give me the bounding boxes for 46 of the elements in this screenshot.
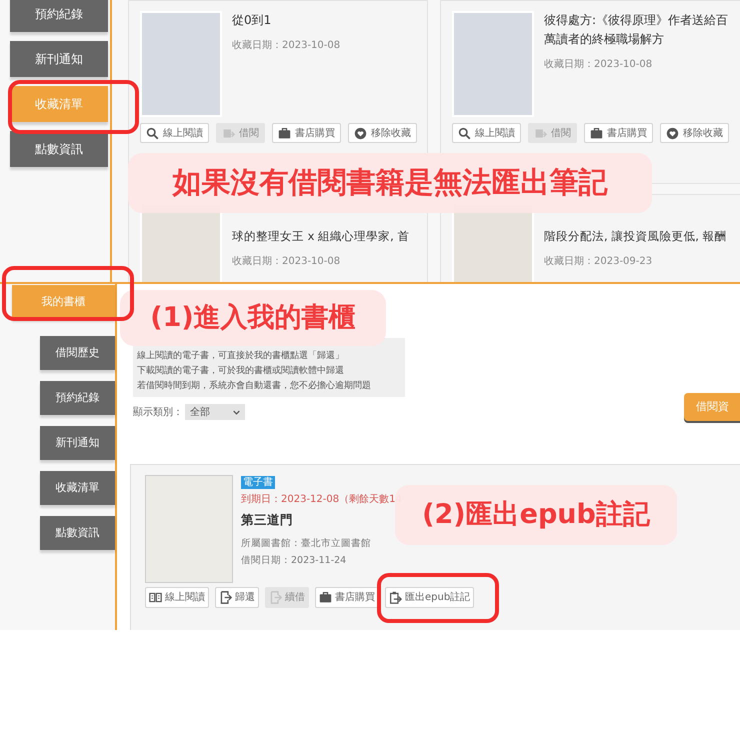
notice-text: 下載閱讀的電子書，可於我的書櫃或閱讀軟體中歸還 [137, 365, 345, 378]
sidebar-item[interactable]: 新刊通知 [10, 41, 108, 77]
sidebar-item[interactable]: 借閱歷史 [40, 336, 115, 370]
annotation-callout: 如果沒有借閱書籍是無法匯出筆記 [128, 153, 652, 213]
saved-date: 收藏日期：2023-10-08 [544, 58, 654, 72]
open-book-icon [149, 591, 162, 604]
library-name: 所屬圖書館：臺北市立圖書館 [241, 536, 372, 551]
notice-text: 線上閱讀的電子書，可直接於我的書櫃點選「歸還」 [137, 350, 345, 363]
sidebar-item[interactable]: 新刊通知 [40, 426, 115, 460]
sidebar-item[interactable]: 預約紀錄 [40, 381, 115, 415]
book-title: 第三道門 [241, 511, 294, 529]
saved-date: 收藏日期：2023-10-08 [232, 38, 342, 53]
sidebar-item[interactable]: 預約紀錄 [10, 0, 108, 32]
notice-text: 若借閱時間到期，系統亦會自動還書，您不必擔心逾期問題 [137, 380, 372, 393]
sidebar-item[interactable]: 收藏清單 [40, 471, 115, 505]
briefcase-icon [278, 126, 291, 140]
document-arrow-icon [269, 591, 282, 604]
action-button[interactable]: 移除收藏 [660, 123, 729, 143]
briefcase-icon [590, 126, 603, 140]
action-button[interactable]: 書店購買 [272, 123, 341, 143]
action-button[interactable]: 書店購買 [584, 123, 653, 143]
action-button[interactable]: 歸還 [215, 587, 259, 608]
saved-date: 收藏日期：2023-09-23 [544, 254, 654, 269]
action-button[interactable]: 匯出epub註記 [385, 587, 474, 608]
category-select[interactable]: 全部 [185, 404, 245, 420]
caret-icon [233, 408, 240, 416]
saved-date: 收藏日期：2023-10-08 [232, 254, 342, 269]
action-button[interactable]: 書店購買 [315, 587, 379, 608]
loan-date: 借閱日期：2023-11-24 [241, 554, 348, 568]
ebook-tag: 電子書 [241, 476, 275, 489]
annotation-callout: (1)進入我的書櫃 [120, 290, 386, 346]
document-arrow-icon [219, 591, 232, 604]
action-button[interactable]: 移除收藏 [348, 123, 417, 143]
briefcase-icon [319, 591, 332, 604]
action-button[interactable]: 線上閱讀 [145, 587, 209, 608]
book-title: 從0到1 [232, 12, 272, 29]
sidebar-item[interactable]: 點數資訊 [10, 131, 108, 167]
book-title: 彼得處方:《彼得原理》作者送給百萬讀者的終極職場解方 [544, 12, 730, 48]
book-title: 階段分配法, 讓投資風險更低, 報酬 [544, 228, 727, 245]
action-button[interactable]: 線上閱讀 [140, 123, 209, 143]
book-title: 球的整理女王 x 組織心理學家, 首 [232, 228, 410, 245]
action-button[interactable]: 線上閱讀 [452, 123, 521, 143]
sidebar-item[interactable]: 點數資訊 [40, 516, 115, 550]
filter-label: 顯示類別： [133, 406, 183, 420]
search-icon [146, 126, 159, 140]
search-icon [458, 126, 471, 140]
